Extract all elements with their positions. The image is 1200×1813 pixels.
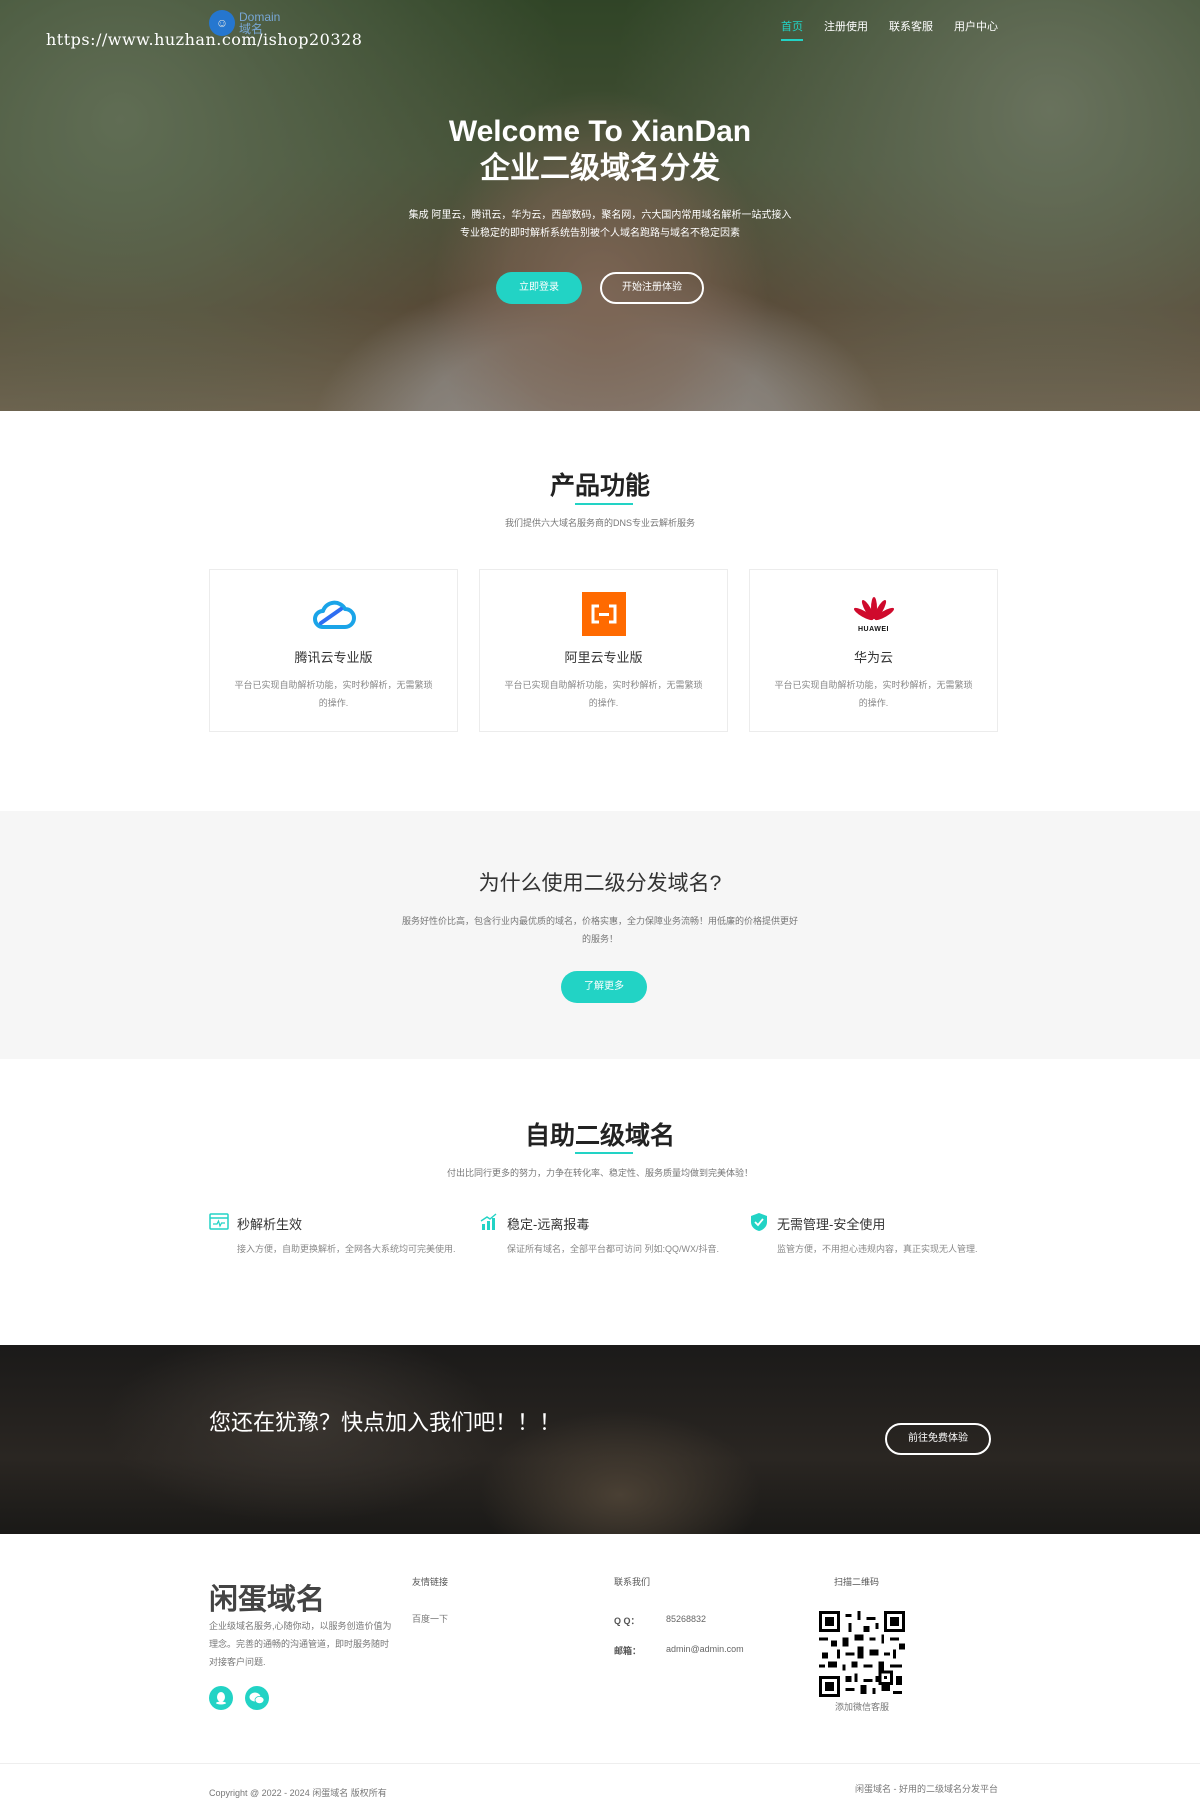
qr-caption: 添加微信客服	[834, 1702, 889, 1712]
nav-user-center[interactable]: 用户中心	[954, 18, 998, 41]
feature-card-huawei[interactable]: HUAWEI 华为云 平台已实现自助解析功能，实时秒解析，无需繁琐的操作.	[749, 569, 998, 732]
service-item-desc: 监管方便，不用担心违规内容，真正实现无人管理.	[777, 1244, 978, 1254]
watermark-text: https://www.huzhan.com/ishop20328	[46, 30, 363, 49]
self-service-title-underline	[575, 1152, 633, 1154]
logo-icon: ☺	[209, 10, 235, 36]
feature-cards: 腾讯云专业版 平台已实现自助解析功能，实时秒解析，无需繁琐的操作. 阿里云专业版…	[209, 569, 998, 732]
qq-label: Q Q：	[614, 1616, 640, 1626]
service-item-secure: 无需管理-安全使用 监管方便，不用担心违规内容，真正实现无人管理.	[749, 1212, 1019, 1258]
wechat-qr-code	[819, 1611, 905, 1697]
huawei-logo-text: HUAWEI	[858, 625, 889, 633]
footer-link-baidu[interactable]: 百度一下	[412, 1612, 448, 1625]
shield-check-icon	[749, 1212, 769, 1232]
service-item-title: 无需管理-安全使用	[777, 1217, 886, 1232]
service-item-title: 稳定-远离报毒	[507, 1217, 590, 1232]
free-trial-button[interactable]: 前往免费体验	[885, 1423, 991, 1455]
hero-title-line1: Welcome To XianDan	[448, 115, 752, 148]
footer-contact-title: 联系我们	[614, 1577, 651, 1587]
features-subtitle: 我们提供六大域名服务商的DNS专业云解析服务	[504, 518, 695, 528]
footer-links-title: 友情链接	[412, 1577, 449, 1587]
qq-icon[interactable]	[209, 1686, 233, 1710]
footer-about: 企业级域名服务,心随你动，以服务创造价值为理念。完善的通畅的沟通管道，即时服务随…	[209, 1621, 392, 1667]
feature-card-name: 华为云	[853, 650, 893, 665]
nav-home[interactable]: 首页	[781, 18, 803, 41]
footer-email-row: 邮箱： admin@admin.com	[614, 1644, 744, 1657]
service-item-title: 秒解析生效	[237, 1217, 303, 1232]
footer-qr-title: 扫描二维码	[834, 1577, 880, 1587]
footer-brand: 闲蛋域名	[209, 1584, 326, 1616]
email-value: admin@admin.com	[666, 1644, 744, 1654]
learn-more-button[interactable]: 了解更多	[561, 971, 647, 1003]
features-title: 产品功能	[549, 472, 650, 500]
hero-title-line2: 企业二级域名分发	[480, 152, 720, 185]
monitor-pulse-icon	[209, 1212, 229, 1232]
feature-card-name: 腾讯云专业版	[294, 650, 373, 665]
why-section: 为什么使用二级分发域名? 服务好性价比高，包含行业内最优质的域名，价格实惠，全力…	[0, 811, 1200, 1059]
feature-card-desc: 平台已实现自助解析功能，实时秒解析，无需繁琐的操作.	[774, 680, 973, 708]
footer-qq-row: Q Q： 85268832	[614, 1614, 706, 1627]
footer-slogan: 闲蛋域名 - 好用的二级域名分发平台	[855, 1784, 998, 1794]
why-description: 服务好性价比高，包含行业内最优质的域名，价格实惠，全力保障业务流畅！用低廉的价格…	[401, 916, 798, 944]
feature-card-aliyun[interactable]: 阿里云专业版 平台已实现自助解析功能，实时秒解析，无需繁琐的操作.	[479, 569, 728, 732]
hero-banner: https://www.huzhan.com/ishop20328 ☺ Doma…	[0, 0, 1200, 411]
feature-card-desc: 平台已实现自助解析功能，实时秒解析，无需繁琐的操作.	[234, 680, 433, 708]
nav-register[interactable]: 注册使用	[824, 18, 868, 41]
tencent-cloud-icon	[210, 592, 457, 636]
email-label: 邮箱：	[614, 1646, 642, 1656]
service-item-desc: 接入方便，自助更换解析，全网各大系统均可完美使用.	[237, 1244, 456, 1254]
bar-chart-icon	[479, 1212, 499, 1232]
aliyun-icon	[480, 592, 727, 636]
why-title: 为什么使用二级分发域名?	[478, 872, 722, 895]
self-service-title: 自助二级域名	[524, 1122, 675, 1150]
feature-card-desc: 平台已实现自助解析功能，实时秒解析，无需繁琐的操作.	[504, 680, 703, 708]
qq-value: 85268832	[666, 1614, 707, 1624]
cta-banner: 您还在犹豫？快点加入我们吧！！！ 前往免费体验	[0, 1345, 1200, 1534]
hero-subtitle-line1: 集成 阿里云，腾讯云，华为云，西部数码，聚名网，六大国内常用域名解析一站式接入	[408, 210, 792, 221]
nav-contact[interactable]: 联系客服	[889, 18, 933, 41]
footer-socials	[209, 1686, 269, 1710]
service-item-stable: 稳定-远离报毒 保证所有域名，全部平台都可访问 列如:QQ/WX/抖音.	[479, 1212, 749, 1258]
cta-text: 您还在犹豫？快点加入我们吧！！！	[209, 1410, 562, 1435]
footer-divider	[0, 1763, 1200, 1764]
register-button[interactable]: 开始注册体验	[600, 272, 704, 304]
copyright-text: Copyright @ 2022 - 2024 闲蛋域名 版权所有	[209, 1788, 387, 1798]
hero-subtitle: 集成 阿里云，腾讯云，华为云，西部数码，聚名网，六大国内常用域名解析一站式接入 …	[0, 207, 1200, 243]
hero-title: Welcome To XianDan 企业二级域名分发	[0, 113, 1200, 187]
self-service-subtitle: 付出比同行更多的努力，力争在转化率、稳定性、服务质量均做到完美体验！	[446, 1168, 753, 1178]
service-item-fast-resolve: 秒解析生效 接入方便，自助更换解析，全网各大系统均可完美使用.	[209, 1212, 479, 1258]
wechat-icon[interactable]	[245, 1686, 269, 1710]
self-service-list: 秒解析生效 接入方便，自助更换解析，全网各大系统均可完美使用. 稳定-远离报毒 …	[209, 1212, 1019, 1258]
feature-card-tencent[interactable]: 腾讯云专业版 平台已实现自助解析功能，实时秒解析，无需繁琐的操作.	[209, 569, 458, 732]
hero-subtitle-line2: 专业稳定的即时解析系统告别被个人域名跑路与域名不稳定因素	[460, 228, 740, 239]
service-item-desc: 保证所有域名，全部平台都可访问 列如:QQ/WX/抖音.	[507, 1244, 720, 1254]
logo-line2: 域名	[239, 22, 264, 36]
huawei-icon: HUAWEI	[750, 592, 997, 636]
feature-card-name: 阿里云专业版	[564, 650, 643, 665]
login-button[interactable]: 立即登录	[496, 272, 582, 304]
site-logo[interactable]: ☺ Domain 域名	[209, 10, 280, 36]
features-title-underline	[575, 503, 633, 505]
main-nav: 首页 注册使用 联系客服 用户中心	[781, 18, 998, 41]
